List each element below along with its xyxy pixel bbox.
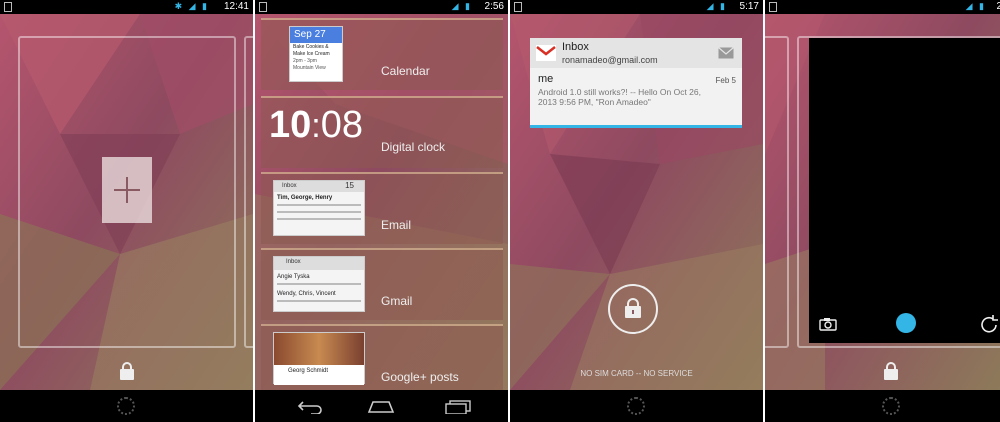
status-bar: ◢ ▮ 2:56 [255,0,508,14]
gmail-thumb-header: Inbox [274,257,364,270]
widget-label: Calendar [381,64,430,78]
signal-icons: ✱ ◢ ▮ [174,1,209,11]
gmail-thumb-title: Inbox [286,259,301,265]
unlock-button[interactable] [608,284,658,334]
signal-icons: ◢ ▮ [451,1,472,11]
image-icon [259,2,267,12]
shutter-button[interactable] [896,313,916,333]
widget-option-calendar[interactable]: Sep 27 Bake Cookies & Make Ice Cream 2pm… [261,18,503,90]
status-bar: ◢ ▮ 5:17 [510,0,763,14]
clock-hour: 10 [269,104,312,146]
lockscreen-add-widget-panel: ✱ ◢ ▮ 12:41 [0,0,253,422]
calendar-date: Sep 27 [290,27,342,43]
widget-label: Email [381,218,412,232]
widget-label: Google+ posts [381,370,459,384]
widget-option-google-plus-posts[interactable]: Georg Schmidt Google+ posts [261,324,503,390]
switch-camera-icon[interactable] [979,315,999,333]
gmail-widget[interactable]: Inbox ronamadeo@gmail.com me Feb 5 Andro… [530,38,742,128]
gmail-thumb-lines [277,300,361,302]
calendar-event-line: Mountain View [293,65,326,71]
phone-icon [4,2,12,12]
gmail-thumb-sender: Angie Tyska [277,274,310,280]
status-bar: ◢ ▮ 2 [765,0,1000,14]
gmail-widget-header[interactable]: Inbox ronamadeo@gmail.com [530,38,742,68]
home-icon[interactable] [367,400,395,414]
widget-label: Gmail [381,294,413,308]
panel-divider [763,0,765,422]
clock-minute: 08 [320,104,364,146]
status-time: 5:17 [739,1,759,12]
navigation-bar [0,390,253,422]
lockscreen-camera-panel: ◢ ▮ 2 [765,0,1000,422]
status-time: 2:56 [484,1,504,12]
google-plus-author: Georg Schmidt [274,365,364,385]
signal-icons: ◢ ▮ [706,1,727,11]
gmail-thumbnail: Inbox Angie Tyska Wendy, Chris, Vincent [273,256,365,312]
lock-icon [625,298,641,318]
navigation-bar [765,390,1000,422]
widget-chooser-panel: ◢ ▮ 2:56 Sep 27 Bake Cookies & Make Ice … [255,0,508,422]
widget-label: Digital clock [381,140,446,154]
compose-mail-icon[interactable] [718,47,734,59]
widget-option-gmail[interactable]: Inbox Angie Tyska Wendy, Chris, Vincent … [261,248,503,320]
email-thumb-lines [277,218,361,220]
panel-divider [508,0,510,422]
add-widget-button[interactable] [102,157,152,223]
carrier-status: NO SIM CARD -- NO SERVICE [580,369,693,378]
email-thumb-count: 15 [345,181,354,190]
navigation-bar [510,390,763,422]
calendar-thumbnail: Sep 27 Bake Cookies & Make Ice Cream 2pm… [289,26,343,82]
message-date: Feb 5 [715,76,736,85]
lock-icon[interactable] [119,362,135,380]
signal-icons: ◢ ▮ [965,1,986,11]
status-time: 12:41 [223,1,249,12]
message-snippet: 2013 9:56 PM, "Ron Amadeo" [538,97,651,107]
clock-colon: : [311,107,321,145]
email-thumbnail: Inbox 15 Tim, George, Henry [273,180,365,236]
gmail-thumb-lines [277,283,361,285]
email-thumb-lines [277,211,361,213]
clock-thumbnail: 10:08 [269,104,369,160]
email-thumb-title: Inbox [282,183,297,189]
gmail-widget-account: ronamadeo@gmail.com [562,55,658,65]
gmail-message-item[interactable]: me Feb 5 Android 1.0 still works?! -- He… [530,68,742,112]
status-bar: ✱ ◢ ▮ 12:41 [0,0,253,14]
loading-icon [627,397,645,415]
lockscreen-gmail-panel: ◢ ▮ 5:17 Inbox ronamadeo@gmail.com me Fe… [510,0,763,422]
calendar-event-line: 2pm - 3pm [293,58,317,64]
message-sender: me [538,73,554,85]
gmail-logo-icon [536,45,556,61]
next-widget-frame-edge [244,36,253,348]
email-thumb-lines [277,204,361,206]
lock-icon[interactable] [883,362,899,380]
loading-icon [117,397,135,415]
previous-widget-frame-edge [765,36,789,348]
widget-option-email[interactable]: Inbox 15 Tim, George, Henry Email [261,172,503,244]
recent-apps-icon[interactable] [445,400,471,414]
gmail-widget-title: Inbox [562,41,589,53]
email-thumb-header: Inbox 15 [274,181,364,192]
panel-divider [253,0,255,422]
camera-icon[interactable] [819,317,837,331]
google-plus-thumbnail: Georg Schmidt [273,332,365,385]
google-plus-photo [274,333,364,365]
image-icon [769,2,777,12]
navigation-bar [255,390,508,422]
image-icon [514,2,522,12]
message-snippet: Android 1.0 still works?! -- Hello On Oc… [538,87,701,97]
back-icon[interactable] [297,400,323,414]
status-time: 2 [996,1,1000,12]
gmail-thumb-sender: Wendy, Chris, Vincent [277,291,336,297]
email-thumb-sender: Tim, George, Henry [277,195,333,201]
plus-icon [114,177,140,203]
loading-icon [882,397,900,415]
camera-preview[interactable] [809,38,1000,343]
widget-option-digital-clock[interactable]: 10:08 Digital clock [261,96,503,168]
calendar-event-line: Bake Cookies & [293,44,329,50]
